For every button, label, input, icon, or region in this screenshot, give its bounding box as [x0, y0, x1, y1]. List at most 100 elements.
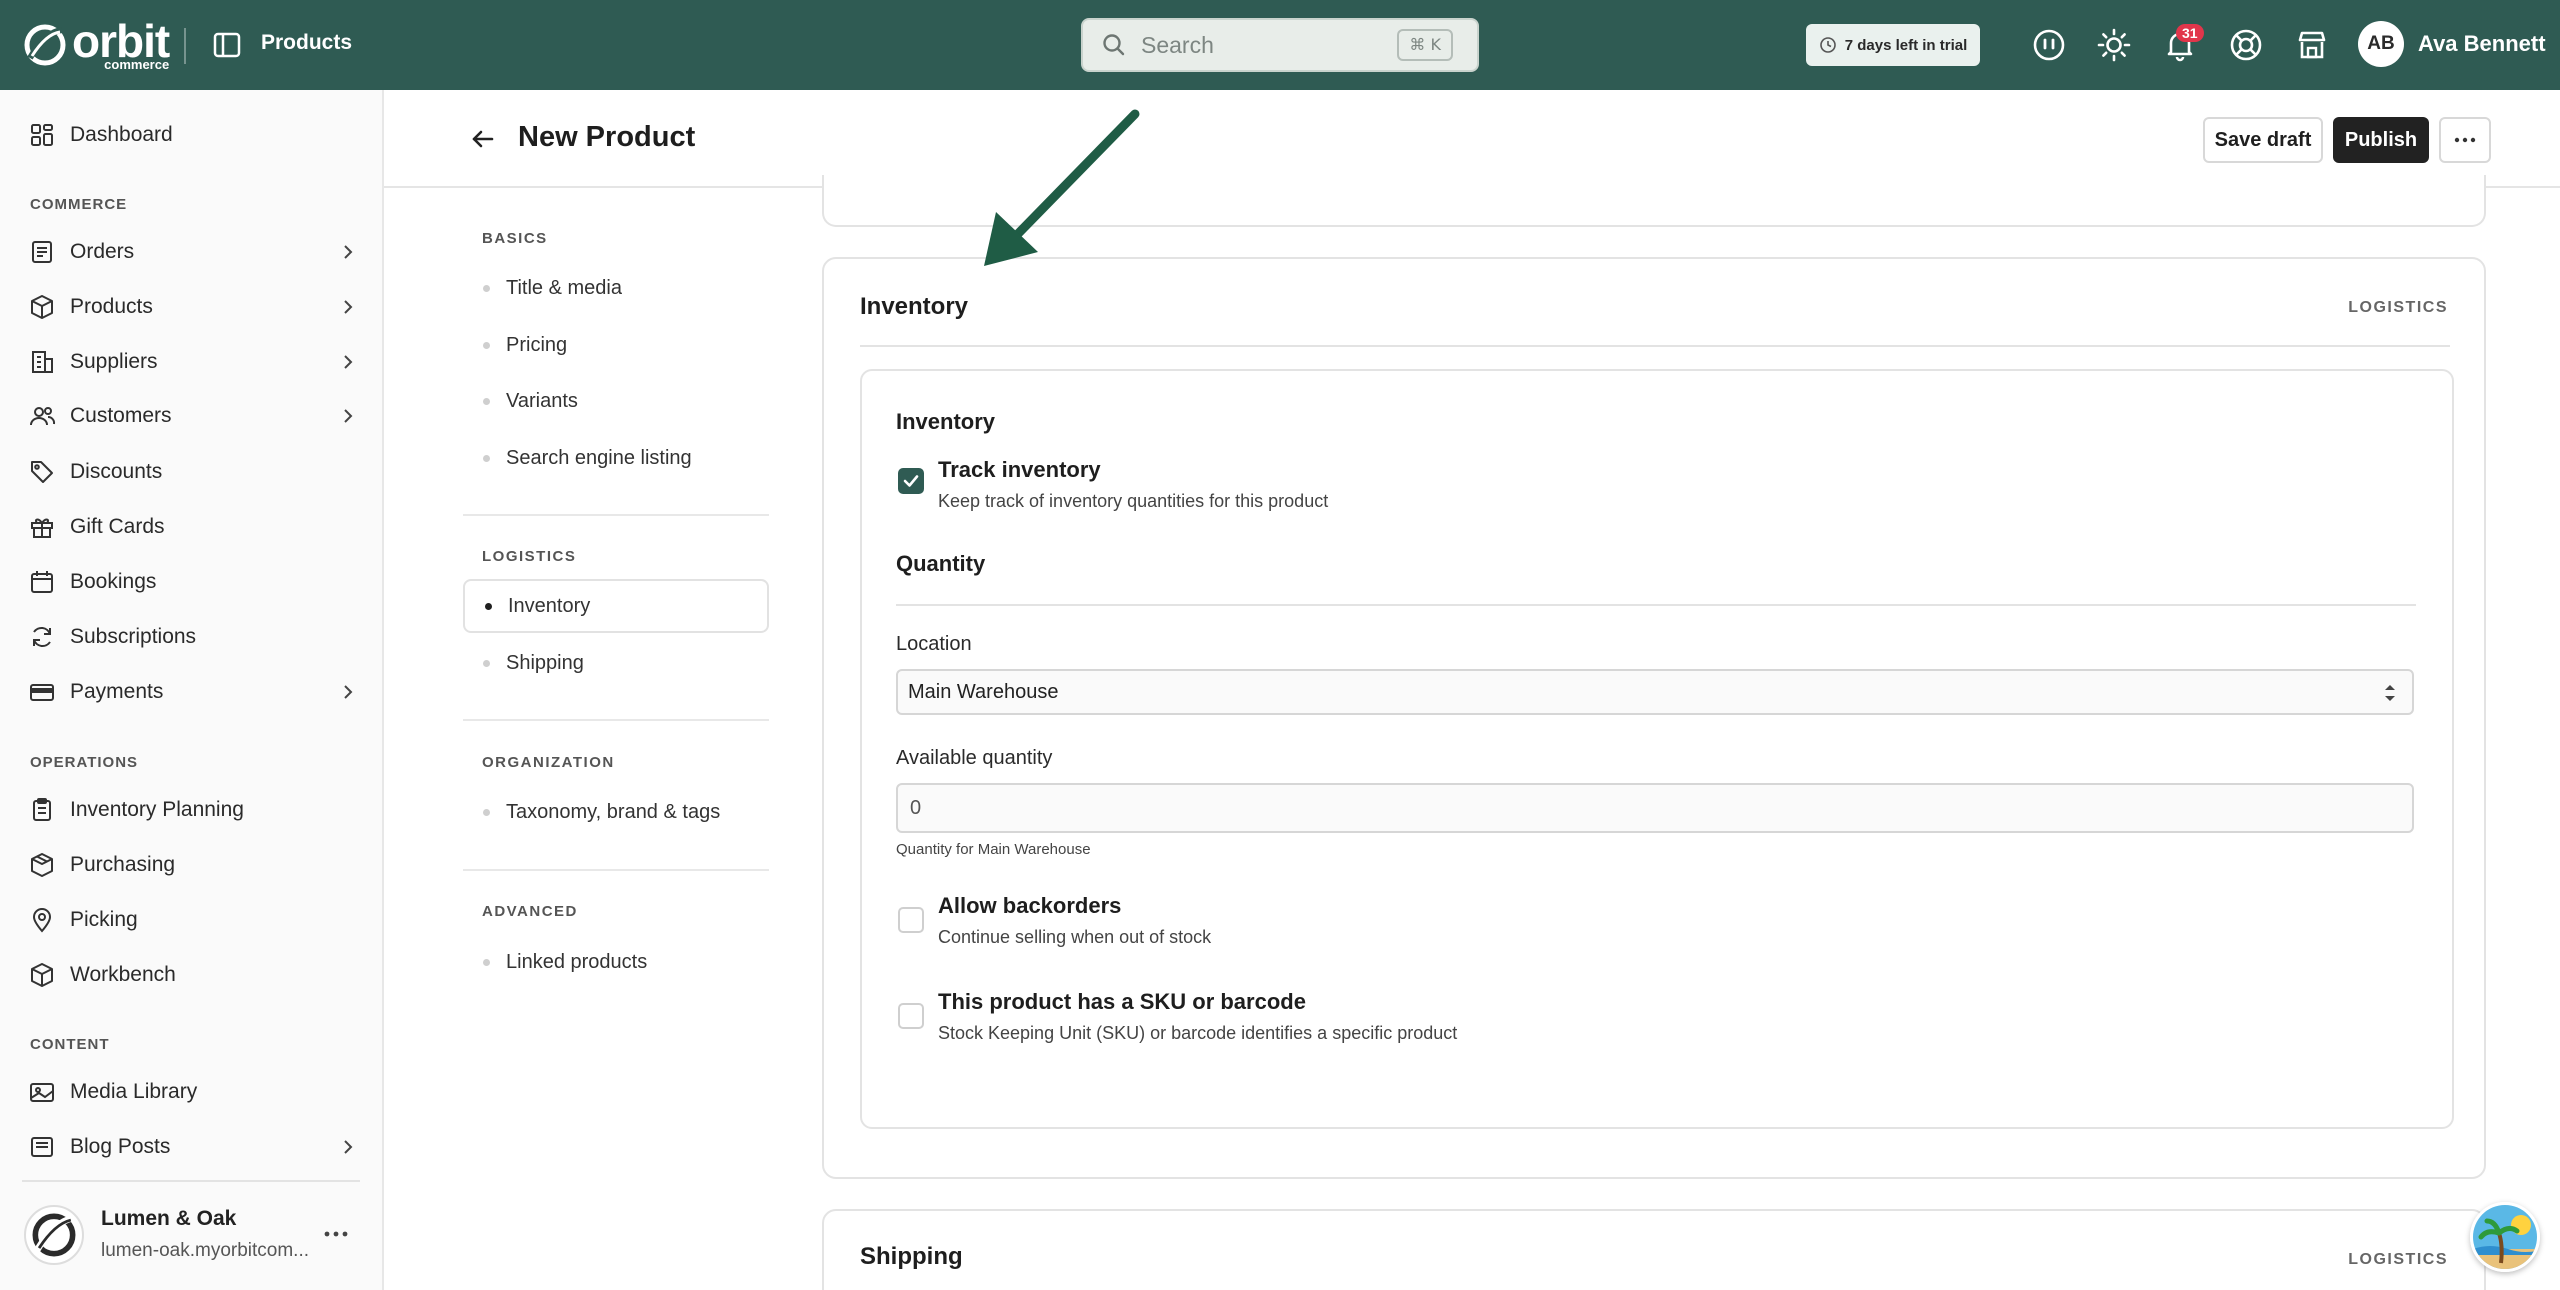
- sidebar-item-label: Gift Cards: [70, 515, 165, 538]
- store-name[interactable]: Lumen & Oak: [101, 1207, 236, 1231]
- sidebar-item-label: Picking: [70, 908, 138, 931]
- sidebar-item-discounts[interactable]: Discounts: [28, 452, 358, 492]
- boxes-icon: [31, 853, 53, 877]
- sidebar-item-label: Inventory Planning: [70, 798, 244, 821]
- nav-dot: [485, 602, 492, 610]
- sidebar-item-label: Bookings: [70, 570, 157, 593]
- storefront-icon[interactable]: [2294, 27, 2330, 63]
- select-updown-icon: [2385, 685, 2395, 701]
- nav-dot: [483, 958, 490, 966]
- sidebar-item-label: Payments: [70, 680, 164, 703]
- search-placeholder: Search: [1141, 31, 1214, 58]
- chevron-right-icon: [344, 300, 353, 314]
- track-inventory-description: Keep track of inventory quantities for t…: [938, 491, 1329, 511]
- section-nav-label: Inventory: [508, 594, 591, 617]
- assistant-icon[interactable]: [2031, 27, 2067, 63]
- section-nav-divider: [463, 719, 769, 721]
- sidebar-heading-content: CONTENT: [30, 1036, 110, 1053]
- allow-backorders-label: Allow backorders: [938, 893, 1122, 918]
- sidebar-item-label: Products: [70, 295, 153, 318]
- refresh-icon: [33, 627, 51, 647]
- sku-barcode-label: This product has a SKU or barcode: [938, 989, 1306, 1014]
- nav-dot: [483, 284, 490, 292]
- shipping-card: Shipping LOGISTICS: [822, 1209, 2486, 1290]
- theme-sun-icon[interactable]: [2096, 27, 2132, 63]
- calendar-icon: [31, 571, 53, 593]
- publish-button[interactable]: Publish: [2333, 117, 2429, 163]
- sidebar-item-media-library[interactable]: Media Library: [28, 1072, 358, 1112]
- nav-dot: [483, 397, 490, 405]
- sku-barcode-description: Stock Keeping Unit (SKU) or barcode iden…: [938, 1023, 1458, 1043]
- section-nav-shipping[interactable]: Shipping: [463, 636, 769, 690]
- avatar[interactable]: AB: [2358, 21, 2404, 67]
- section-nav-taxonomy[interactable]: Taxonomy, brand & tags: [463, 785, 769, 839]
- products-box-icon: [31, 295, 53, 319]
- section-nav-search-engine[interactable]: Search engine listing: [463, 431, 769, 485]
- sidebar-item-picking[interactable]: Picking: [28, 900, 358, 940]
- card-title: Shipping: [860, 1243, 963, 1270]
- sidebar-item-label: Customers: [70, 404, 172, 427]
- card-category-tag: LOGISTICS: [2348, 299, 2448, 316]
- sidebar-item-workbench[interactable]: Workbench: [28, 955, 358, 995]
- trial-badge[interactable]: 7 days left in trial: [1806, 24, 1980, 66]
- section-nav-heading-basics: BASICS: [482, 230, 548, 247]
- image-icon: [30, 1083, 54, 1102]
- section-nav-heading-logistics: LOGISTICS: [482, 548, 577, 565]
- sidebar-item-subscriptions[interactable]: Subscriptions: [28, 617, 358, 657]
- gift-icon: [31, 518, 53, 538]
- sidebar-item-suppliers[interactable]: Suppliers: [28, 342, 358, 382]
- sidebar-item-bookings[interactable]: Bookings: [28, 562, 358, 602]
- trial-text: 7 days left in trial: [1844, 36, 1968, 54]
- back-arrow-icon[interactable]: [468, 124, 498, 154]
- sidebar-item-blog-posts[interactable]: Blog Posts: [28, 1127, 358, 1167]
- more-actions-button[interactable]: [2439, 117, 2491, 163]
- quantity-divider: [896, 604, 2416, 606]
- sidebar-item-customers[interactable]: Customers: [28, 396, 358, 436]
- sidebar-item-dashboard[interactable]: Dashboard: [28, 115, 358, 155]
- sku-barcode-checkbox[interactable]: [898, 1003, 924, 1029]
- location-label: Location: [896, 633, 972, 655]
- allow-backorders-checkbox[interactable]: [898, 907, 924, 933]
- section-nav-linked-products[interactable]: Linked products: [463, 935, 769, 989]
- section-nav-heading-organization: ORGANIZATION: [482, 754, 615, 771]
- sidebar-item-inventory-planning[interactable]: Inventory Planning: [28, 790, 358, 830]
- section-nav-title-media[interactable]: Title & media: [463, 261, 769, 315]
- section-nav-label: Shipping: [506, 651, 584, 674]
- section-nav-pricing[interactable]: Pricing: [463, 318, 769, 372]
- track-inventory-checkbox[interactable]: [898, 468, 924, 494]
- quantity-heading: Quantity: [896, 551, 986, 576]
- page-title: New Product: [518, 121, 696, 153]
- section-nav-variants[interactable]: Variants: [463, 374, 769, 428]
- sidebar-item-payments[interactable]: Payments: [28, 672, 358, 712]
- previous-card: [822, 175, 2486, 227]
- more-horizontal-icon: [2454, 137, 2476, 143]
- track-inventory-label: Track inventory: [938, 457, 1101, 482]
- card-title: Inventory: [860, 293, 969, 320]
- sidebar: Dashboard COMMERCE Orders Products Suppl…: [0, 90, 384, 1290]
- search-input[interactable]: Search ⌘ K: [1081, 18, 1479, 72]
- sidebar-toggle-icon[interactable]: [210, 28, 244, 62]
- location-select[interactable]: Main Warehouse: [896, 669, 2414, 715]
- beach-avatar-icon: [2473, 1205, 2537, 1269]
- credit-card-icon: [30, 684, 54, 701]
- sidebar-item-purchasing[interactable]: Purchasing: [28, 845, 358, 885]
- sidebar-heading-operations: OPERATIONS: [30, 754, 139, 771]
- section-nav-heading-advanced: ADVANCED: [482, 903, 578, 920]
- help-lifebuoy-icon[interactable]: [2228, 27, 2264, 63]
- sidebar-item-products[interactable]: Products: [28, 287, 358, 327]
- section-nav-inventory[interactable]: Inventory: [463, 579, 769, 633]
- store-logo-icon[interactable]: [24, 1205, 84, 1265]
- section-nav-label: Taxonomy, brand & tags: [506, 800, 721, 823]
- more-horizontal-icon[interactable]: [322, 1224, 350, 1244]
- assistant-launcher-button[interactable]: [2470, 1202, 2540, 1272]
- sidebar-item-orders[interactable]: Orders: [28, 232, 358, 272]
- sidebar-item-gift-cards[interactable]: Gift Cards: [28, 507, 358, 547]
- orbit-logo[interactable]: orbit commerce: [22, 18, 170, 71]
- save-draft-button[interactable]: Save draft: [2203, 117, 2323, 163]
- user-name[interactable]: Ava Bennett: [2418, 31, 2546, 57]
- chevron-right-icon: [344, 245, 353, 259]
- location-select-value: Main Warehouse: [908, 680, 1059, 703]
- nav-dot: [483, 454, 490, 462]
- notifications-badge: 31: [2176, 24, 2204, 42]
- available-quantity-input[interactable]: 0: [896, 783, 2414, 833]
